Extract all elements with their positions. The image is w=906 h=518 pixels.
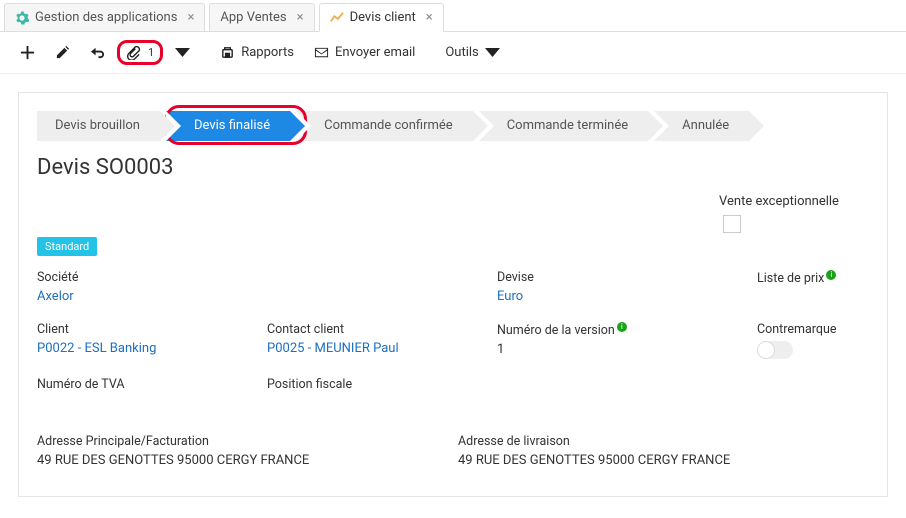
reports-button[interactable]: Rapports (212, 41, 302, 64)
field-version: Numéro de la versioni 1 (497, 322, 747, 357)
tools-dropdown[interactable]: Outils (437, 41, 507, 64)
tools-label: Outils (445, 45, 478, 60)
record-card: Devis brouillon Devis finalisé Commande … (18, 92, 888, 497)
info-icon[interactable]: i (617, 322, 627, 332)
standard-badge: Standard (37, 237, 97, 256)
field-label: Devise (497, 270, 747, 285)
field-tva: Numéro de TVA (37, 377, 257, 396)
vente-exceptionnelle-checkbox[interactable] (723, 215, 741, 233)
field-liste-prix: Liste de prixi (757, 270, 869, 290)
back-button[interactable] (82, 41, 113, 64)
email-label: Envoyer email (335, 45, 415, 60)
field-label: Société (37, 270, 257, 285)
field-contact: Contact client P0025 - MEUNIER Paul (267, 322, 487, 356)
send-email-button[interactable]: Envoyer email (306, 41, 423, 64)
field-label: Client (37, 322, 257, 337)
info-icon[interactable]: i (826, 270, 836, 280)
attachments-count: 1 (148, 46, 154, 59)
record-title: Devis SO0003 (37, 155, 869, 180)
address-value: 49 RUE DES GENOTTES 95000 CERGY FRANCE (458, 453, 869, 468)
contremarque-toggle[interactable] (757, 341, 793, 359)
step-completed[interactable]: Commande terminée (479, 111, 648, 141)
step-draft[interactable]: Devis brouillon (37, 111, 160, 141)
tab-label: Devis client (350, 10, 416, 25)
chart-icon (330, 11, 344, 25)
devise-link[interactable]: Euro (497, 289, 523, 304)
tab-app-ventes[interactable]: App Ventes × (209, 3, 314, 31)
close-icon[interactable]: × (187, 10, 194, 25)
societe-link[interactable]: Axelor (37, 289, 74, 304)
tab-apps-mgmt[interactable]: Gestion des applications × (4, 3, 205, 31)
field-societe: Société Axelor (37, 270, 257, 304)
field-label: Contact client (267, 322, 487, 337)
version-value: 1 (497, 342, 504, 357)
vente-exceptionnelle-block: Vente exceptionnelle (719, 194, 869, 233)
attachments-button[interactable]: 1 (117, 40, 163, 65)
field-label: Numéro de TVA (37, 377, 257, 392)
address-label: Adresse Principale/Facturation (37, 434, 448, 449)
field-label: Numéro de la versioni (497, 322, 747, 338)
step-finalised[interactable]: Devis finalisé (166, 111, 290, 141)
client-link[interactable]: P0022 - ESL Banking (37, 341, 156, 356)
caret-dropdown[interactable] (167, 41, 198, 64)
tab-label: App Ventes (220, 10, 286, 25)
tab-devis-client[interactable]: Devis client × (319, 3, 444, 32)
step-confirmed[interactable]: Commande confirmée (296, 111, 473, 141)
address-value: 49 RUE DES GENOTTES 95000 CERGY FRANCE (37, 453, 448, 468)
address-label: Adresse de livraison (458, 434, 869, 449)
tab-strip: Gestion des applications × App Ventes × … (0, 0, 906, 32)
gear-icon (15, 11, 29, 25)
contact-link[interactable]: P0025 - MEUNIER Paul (267, 341, 399, 356)
shipping-address: Adresse de livraison 49 RUE DES GENOTTES… (458, 434, 869, 468)
field-label: Liste de prixi (757, 270, 869, 286)
close-icon[interactable]: × (426, 10, 433, 25)
field-client: Client P0022 - ESL Banking (37, 322, 257, 356)
field-devise: Devise Euro (497, 270, 747, 304)
toolbar: 1 Rapports Envoyer email Outils (0, 32, 906, 74)
reports-label: Rapports (241, 45, 294, 60)
vente-exceptionnelle-label: Vente exceptionnelle (719, 194, 869, 209)
field-label: Contremarque (757, 322, 869, 337)
tab-label: Gestion des applications (35, 10, 177, 25)
billing-address: Adresse Principale/Facturation 49 RUE DE… (37, 434, 448, 468)
add-button[interactable] (12, 41, 43, 64)
field-label: Position fiscale (267, 377, 487, 392)
field-position-fiscale: Position fiscale (267, 377, 487, 396)
status-stepper: Devis brouillon Devis finalisé Commande … (37, 111, 869, 141)
step-cancelled[interactable]: Annulée (654, 111, 749, 141)
field-contremarque: Contremarque (757, 322, 869, 359)
edit-button[interactable] (47, 41, 78, 64)
close-icon[interactable]: × (297, 10, 304, 25)
